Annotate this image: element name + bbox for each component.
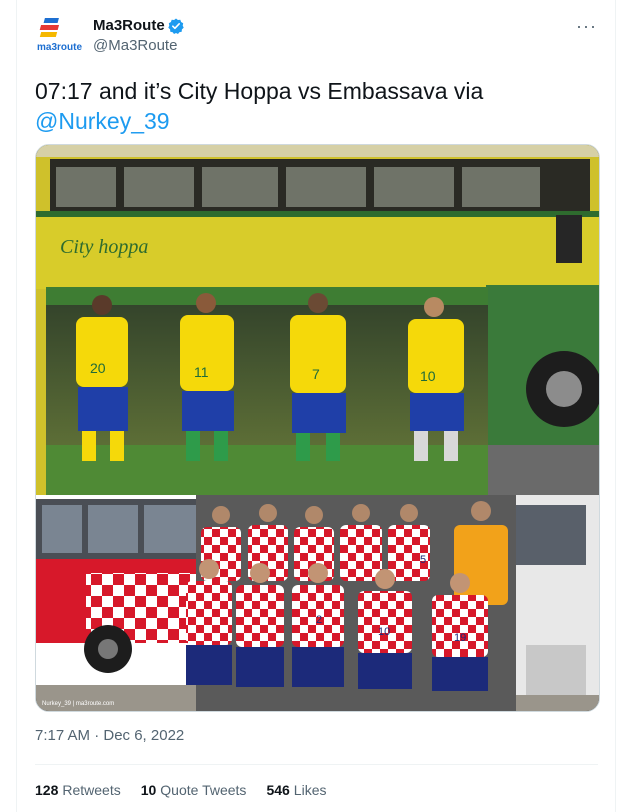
jersey-number: 7 [312,366,320,382]
mention-link[interactable]: @Nurkey_39 [35,108,170,134]
croatia-team-photo: 5 2 10 19 [186,495,516,711]
tweet-text: 07:17 and it’s City Hoppa vs Embassava v… [35,76,595,136]
likes-count: 546 [266,782,290,798]
quote-tweets-stat[interactable]: 10 Quote Tweets [141,782,247,798]
retweets-label: Retweets [62,782,121,798]
brazil-team-photo: 20 11 7 10 [46,287,488,495]
tweet-body: 07:17 and it’s City Hoppa vs Embassava v… [35,78,484,104]
jersey-number: 19 [454,632,466,644]
jersey-number: 10 [420,368,436,384]
likes-stat[interactable]: 546 Likes [266,782,326,798]
account-handle[interactable]: @Ma3Route [93,36,184,56]
quote-tweets-label: Quote Tweets [160,782,247,798]
jersey-number: 5 [420,554,426,566]
photo-watermark: Nurkey_39 | ma3route.com [42,701,114,707]
tweet-card: ma3route Ma3Route @Ma3Route ··· 07:17 an… [16,0,616,812]
display-name-text: Ma3Route [93,17,165,34]
tweet-photo[interactable]: City hoppa 20 11 7 10 5 2 10 19 Nurkey_3… [35,144,600,712]
tweet-header: ma3route Ma3Route @Ma3Route ··· [35,14,601,58]
more-options-icon[interactable]: ··· [576,16,597,37]
quote-tweets-count: 10 [140,782,157,798]
display-name[interactable]: Ma3Route [93,16,184,36]
retweets-count: 128 [35,782,59,798]
jersey-number: 20 [90,360,106,376]
tweet-timestamp[interactable]: 7:17 AM · Dec 6, 2022 [35,727,184,744]
avatar[interactable]: ma3route [35,14,83,58]
jersey-number: 11 [194,364,209,380]
retweets-stat[interactable]: 128 Retweets [35,782,121,798]
logo-text: ma3route [37,42,82,53]
bus-lettering: City hoppa [60,236,148,258]
collage-image: City hoppa 20 11 7 10 5 2 10 19 Nurkey_3… [36,145,599,711]
jersey-number: 2 [316,614,322,626]
engagement-stats: 128 Retweets 10 Quote Tweets 546 Likes [35,782,326,798]
verified-badge-icon [167,18,184,34]
ma3route-logo-icon: ma3route [37,18,82,53]
divider [35,764,598,765]
jersey-number: 10 [378,626,390,638]
likes-label: Likes [293,782,327,798]
